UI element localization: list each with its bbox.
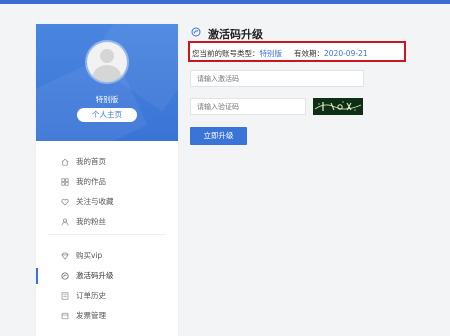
account-info-line: 您当前的账号类型：特别版 有效期：2020-09-21 (192, 48, 368, 59)
sidebar-item-label: 购买vip (76, 251, 103, 260)
sidebar-item-label: 订单历史 (76, 291, 106, 300)
nav-group-account: 我的首页 我的作品 关注与收藏 我的粉丝 (36, 152, 178, 232)
account-type-value: 特别版 (259, 49, 283, 58)
sidebar-item-buy-vip[interactable]: 购买vip (36, 246, 178, 266)
sidebar-item-label: 发票管理 (76, 311, 106, 320)
sidebar-item-invoice[interactable]: 发票管理 (36, 306, 178, 326)
nav-group-vip: 购买vip 激活码升级 订单历史 发票管理 (36, 246, 178, 326)
sidebar-item-order-history[interactable]: 订单历史 (36, 286, 178, 306)
grid-icon (61, 178, 69, 186)
nav-divider (48, 234, 166, 235)
account-type-label: 您当前的账号类型： (192, 49, 260, 58)
account-tier-label: 特别版 (95, 95, 119, 104)
user-icon (61, 218, 69, 226)
profile-card: 特别版 个人主页 (36, 24, 178, 141)
top-accent-bar (0, 0, 450, 4)
sidebar-item-fans[interactable]: 我的粉丝 (36, 212, 178, 232)
personal-home-button[interactable]: 个人主页 (77, 108, 137, 122)
invoice-icon (61, 312, 69, 320)
sidebar: 特别版 个人主页 我的首页 我的作品 关注与收藏 我的粉丝 购买vip 激活码升… (36, 24, 178, 336)
home-icon (61, 158, 69, 166)
sidebar-item-activation-upgrade[interactable]: 激活码升级 (36, 266, 178, 286)
avatar-shoulders (93, 65, 121, 82)
heart-icon (61, 198, 69, 206)
sidebar-item-home[interactable]: 我的首页 (36, 152, 178, 172)
sidebar-item-follows[interactable]: 关注与收藏 (36, 192, 178, 212)
captcha-graphic (314, 101, 362, 111)
avatar-head (100, 49, 114, 63)
sidebar-item-label: 我的首页 (76, 157, 106, 166)
order-icon (61, 292, 69, 300)
sidebar-item-label: 我的粉丝 (76, 217, 106, 226)
sidebar-item-label: 激活码升级 (76, 271, 114, 280)
sidebar-item-label: 关注与收藏 (76, 197, 114, 206)
activation-code-input[interactable] (190, 70, 364, 87)
avatar[interactable] (87, 42, 127, 82)
sidebar-item-label: 我的作品 (76, 177, 106, 186)
diamond-icon (61, 252, 69, 260)
activation-title-icon (191, 27, 201, 37)
verification-code-input[interactable] (190, 98, 306, 115)
expiry-label: 有效期： (294, 49, 324, 58)
sidebar-item-works[interactable]: 我的作品 (36, 172, 178, 192)
page-title: 激活码升级 (208, 28, 263, 41)
expiry-value: 2020-09-21 (324, 49, 368, 58)
upgrade-now-button[interactable]: 立即升级 (190, 127, 247, 145)
active-indicator (36, 268, 38, 284)
captcha-image[interactable] (313, 98, 363, 115)
activation-icon (61, 272, 69, 280)
